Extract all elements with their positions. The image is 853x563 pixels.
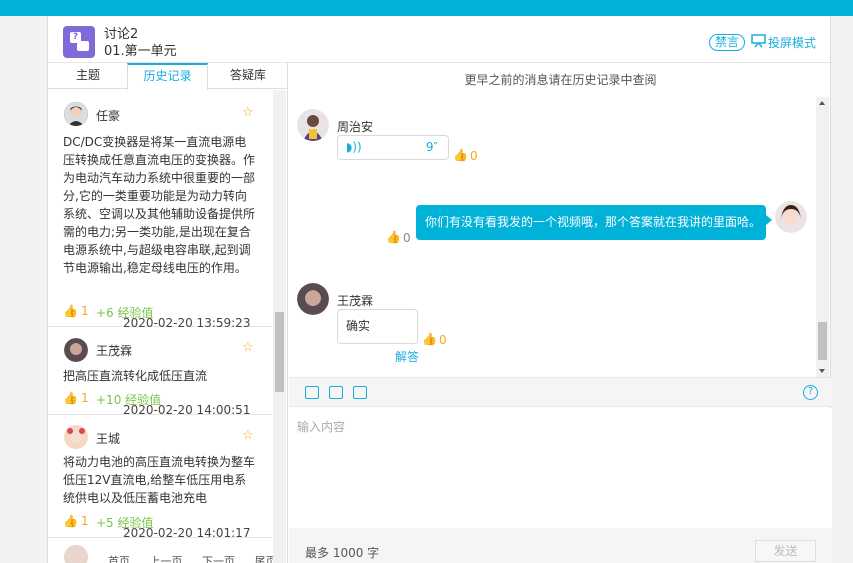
download-icon[interactable] xyxy=(353,386,367,399)
chat-scrollbar[interactable] xyxy=(816,97,829,377)
history-tip: 更早之前的消息请在历史记录中查阅 xyxy=(464,73,657,87)
tab-topic[interactable]: 主题 xyxy=(48,63,128,89)
history-sidebar: 主题 历史记录 答疑库 任豪 ☆ DC/DC变换器是将某一直流电源电压转换成任意… xyxy=(48,63,288,563)
star-icon[interactable]: ☆ xyxy=(242,428,254,443)
post-content: 将动力电池的高压直流电转换为整车低压12V直流电,给整车低压用电系统供电以及低压… xyxy=(63,455,256,505)
thumbs-up-icon[interactable]: 👍 xyxy=(63,514,78,528)
chat-bubble: 确实 xyxy=(337,309,418,344)
projection-icon[interactable] xyxy=(751,34,766,48)
header: ? 讨论2 01.第一单元 禁言 投屏模式 xyxy=(48,16,832,63)
list-item: 任豪 ☆ DC/DC变换器是将某一直流电源电压转换成任意直流电压的变换器。作为电… xyxy=(48,90,272,330)
discussion-icon: ? xyxy=(63,26,95,58)
like-count: 1 xyxy=(81,391,89,405)
star-icon[interactable]: ☆ xyxy=(242,340,254,355)
voice-message[interactable]: ◗)) 9″ xyxy=(337,135,449,160)
thumbs-up-icon[interactable]: 👍 xyxy=(63,391,78,405)
thumbs-up-icon[interactable]: 👍 xyxy=(422,332,437,346)
tab-history[interactable]: 历史记录 xyxy=(127,63,208,90)
like-count: 1 xyxy=(81,304,89,318)
thumbs-up-icon[interactable]: 👍 xyxy=(63,304,78,318)
send-button[interactable]: 发送 xyxy=(755,540,816,562)
post-content: 把高压直流转化成低压直流 xyxy=(63,369,208,383)
tab-qa-library[interactable]: 答疑库 xyxy=(208,63,287,89)
image-icon[interactable] xyxy=(305,386,319,399)
chat-area: 更早之前的消息请在历史记录中查阅 周治安 ◗)) 9″ 👍 0 👍 0 你们有没… xyxy=(289,63,832,563)
thumbs-up-icon[interactable]: 👍 xyxy=(386,230,401,244)
discussion-panel: ? 讨论2 01.第一单元 禁言 投屏模式 主题 历史记录 答疑库 任豪 ☆ D… xyxy=(47,16,832,563)
like-count: 1 xyxy=(81,514,89,528)
answer-link[interactable]: 解答 xyxy=(395,348,419,365)
post-author: 王城 xyxy=(96,432,121,446)
avatar xyxy=(775,201,807,233)
sidebar-tabs: 主题 历史记录 答疑库 xyxy=(48,63,287,90)
first-page-link[interactable]: 首页 xyxy=(108,555,130,563)
avatar xyxy=(64,102,88,126)
post-author: 任豪 xyxy=(96,109,121,123)
sidebar-scrollbar[interactable] xyxy=(273,90,286,563)
avatar xyxy=(297,109,329,141)
avatar xyxy=(64,545,88,563)
voice-duration: 9″ xyxy=(425,140,438,154)
list-item: 王城 ☆ 将动力电池的高压直流电转换为整车低压12V直流电,给整车低压用电系统供… xyxy=(48,415,272,540)
like-count: 0 xyxy=(403,231,411,245)
like-count: 0 xyxy=(439,333,447,347)
video-icon[interactable] xyxy=(329,386,343,399)
mute-button[interactable]: 禁言 xyxy=(709,34,746,51)
voice-wave-icon: ◗)) xyxy=(346,140,362,154)
discussion-subtitle: 01.第一单元 xyxy=(104,44,177,59)
avatar xyxy=(297,283,329,315)
composer-footer: 最多 1000 字 发送 xyxy=(289,528,832,563)
sender-name: 周治安 xyxy=(337,120,374,134)
avatar xyxy=(64,425,88,449)
list-item: 王茂霖 ☆ 把高压直流转化成低压直流 👍 1 +10 经验值 2020-02-2… xyxy=(48,327,272,417)
avatar xyxy=(64,338,88,362)
star-icon[interactable]: ☆ xyxy=(242,105,254,120)
post-author: 王茂霖 xyxy=(96,344,133,358)
like-count: 0 xyxy=(470,149,478,163)
thumbs-up-icon[interactable]: 👍 xyxy=(453,148,468,162)
message-input[interactable] xyxy=(289,408,832,528)
top-bar xyxy=(0,0,853,16)
post-time: 2020-02-20 14:01:17 xyxy=(123,526,251,540)
projection-mode-link[interactable]: 投屏模式 xyxy=(768,34,816,51)
help-icon[interactable]: ? xyxy=(803,385,818,400)
chat-bubble-self: 你们有没有看我发的一个视频哦，那个答案就在我讲的里面哈。 xyxy=(416,205,772,240)
char-limit: 最多 1000 字 xyxy=(305,546,380,560)
post-content: DC/DC变换器是将某一直流电源电压转换成任意直流电压的变换器。作为电动汽车动力… xyxy=(63,135,256,275)
pagination: 首页 上一页 下一页 尾页 xyxy=(108,553,287,563)
composer-toolbar: ? xyxy=(289,377,832,407)
prev-page-link[interactable]: 上一页 xyxy=(150,555,183,563)
next-page-link[interactable]: 下一页 xyxy=(202,555,235,563)
sender-name: 王茂霖 xyxy=(337,294,374,308)
